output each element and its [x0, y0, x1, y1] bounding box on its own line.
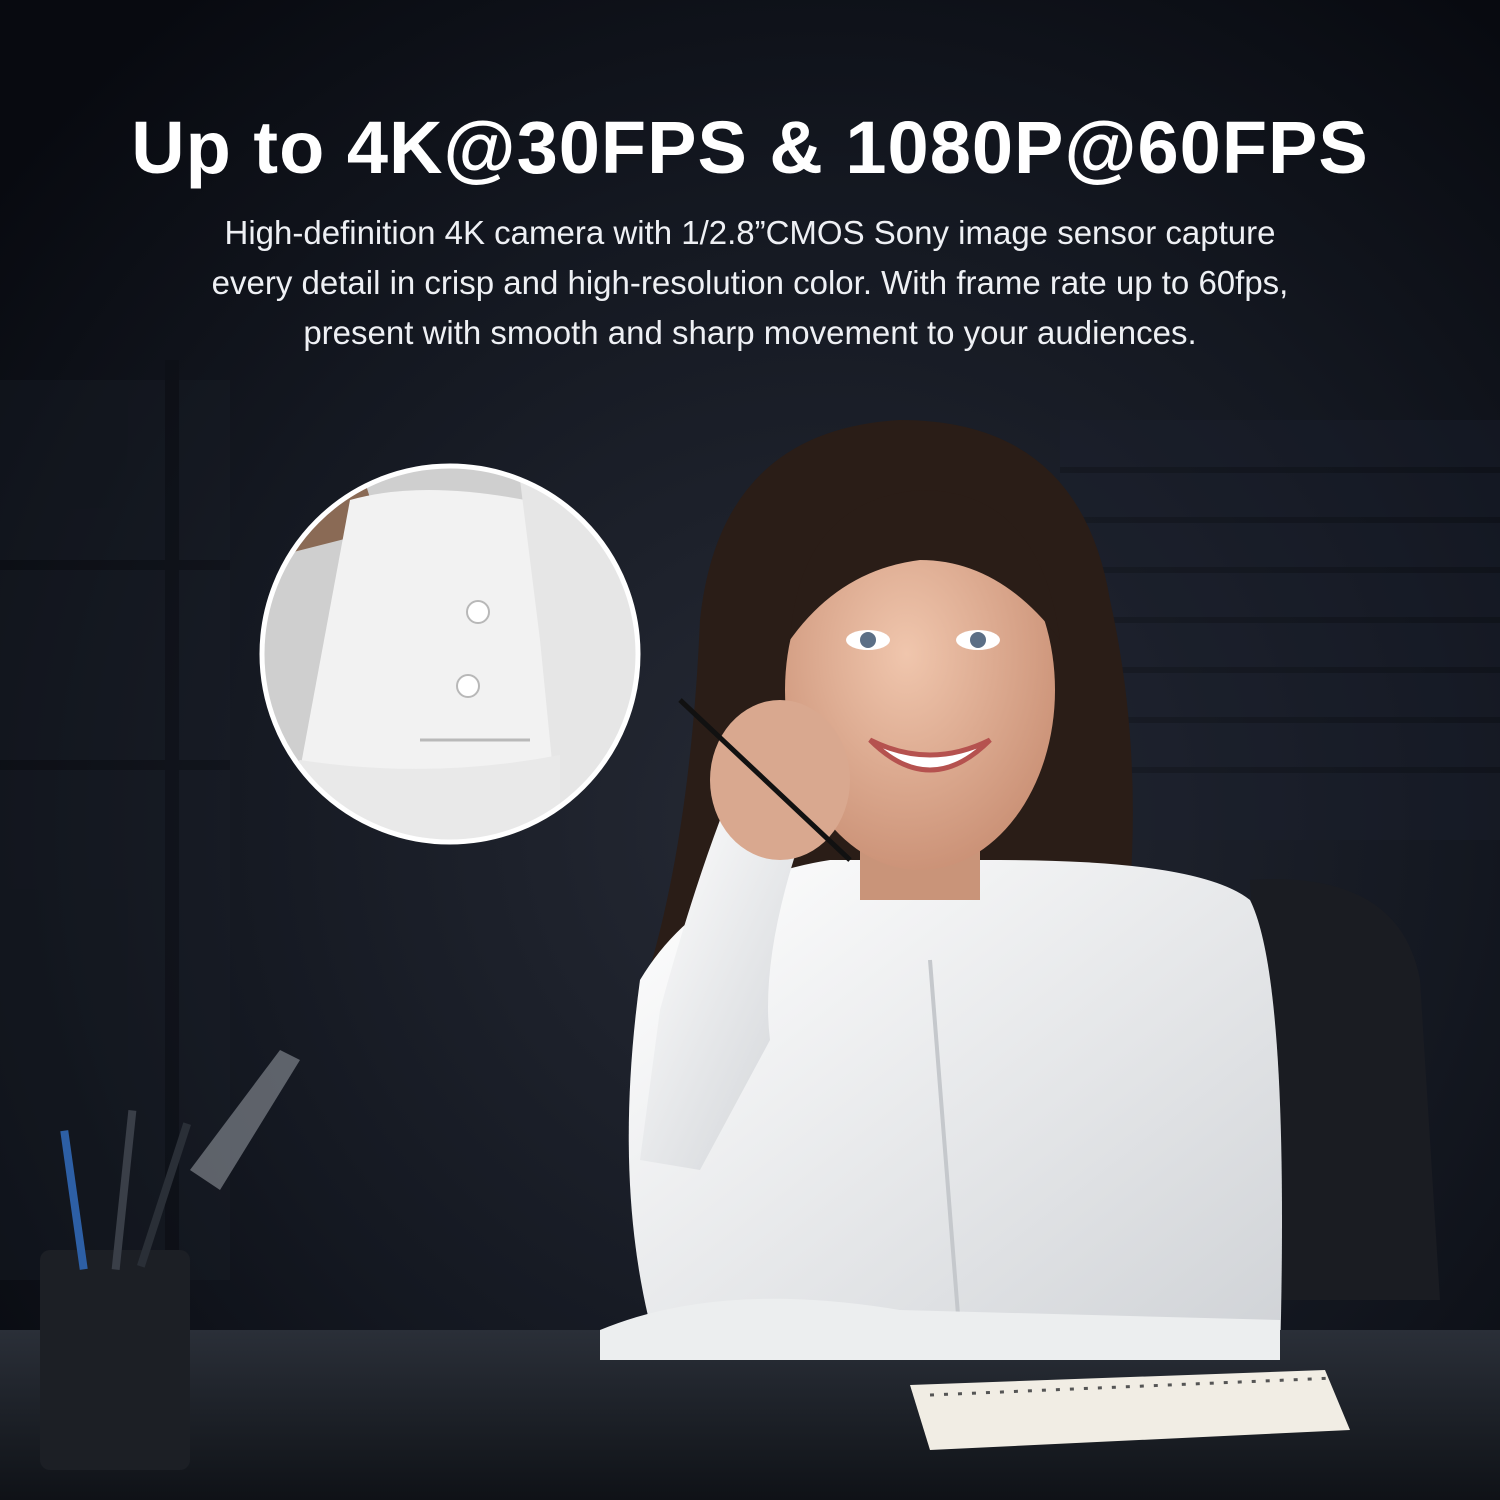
headline: Up to 4K@30FPS & 1080P@60FPS: [131, 106, 1369, 189]
text-overlay: Up to 4K@30FPS & 1080P@60FPS High-defini…: [0, 100, 1500, 358]
hand: [710, 700, 850, 860]
cuff-button-1: [466, 600, 490, 624]
cuff-zoom-inset: [259, 463, 641, 845]
subtitle: High-definition 4K camera with 1/2.8”CMO…: [211, 214, 1289, 351]
cuff-button-2: [456, 674, 480, 698]
